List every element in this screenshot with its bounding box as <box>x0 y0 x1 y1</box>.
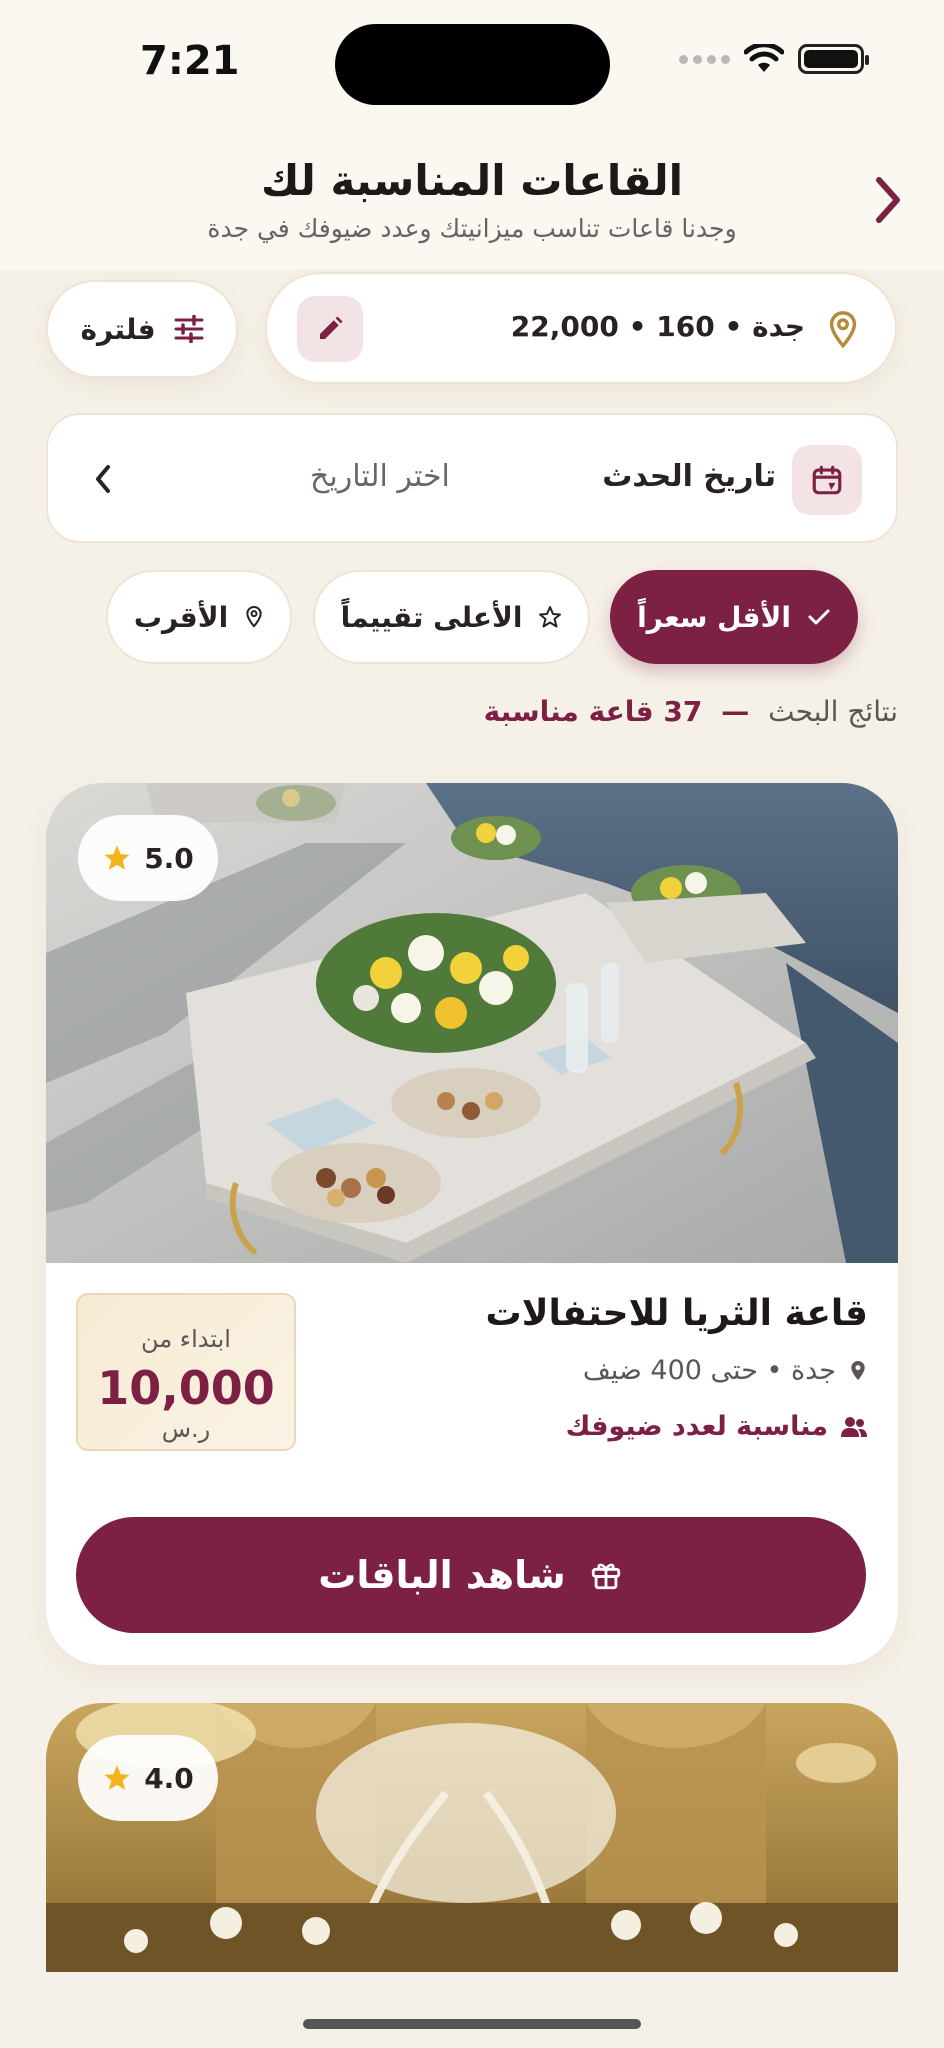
page-subtitle: وجدنا قاعات تناسب ميزانيتك وعدد ضيوفك في… <box>207 214 737 243</box>
location-pin-icon <box>851 1360 865 1380</box>
bottom-area <box>0 1972 944 2048</box>
chevron-right-icon <box>876 177 900 223</box>
chevron-left-icon <box>96 465 110 493</box>
sort-chip-label: الأقرب <box>133 600 229 634</box>
battery-icon <box>798 44 869 74</box>
calendar-icon-box <box>792 445 862 515</box>
venue-guest-fit: مناسبة لعدد ضيوفك <box>566 1411 868 1442</box>
date-placeholder: اختر التاريخ <box>310 459 450 494</box>
rating-badge: 5.0 <box>78 815 218 901</box>
search-summary[interactable]: جدة • 160 • 22,000 <box>265 272 897 384</box>
venue-card[interactable]: 5.0 قاعة الثريا للاحتفالات جدة • حتى 400… <box>46 783 898 1665</box>
results-count: 37 قاعة مناسبة <box>483 695 703 728</box>
results-summary: نتائج البحث — 37 قاعة مناسبة <box>484 695 898 728</box>
venue-name: قاعة الثريا للاحتفالات <box>485 1293 868 1334</box>
filter-button[interactable]: فلترة <box>46 280 238 378</box>
view-packages-label: شاهد الباقات <box>318 1553 566 1597</box>
sliders-icon <box>174 315 204 343</box>
page-header: القاعات المناسبة لك وجدنا قاعات تناسب مي… <box>0 130 944 270</box>
back-button[interactable] <box>858 170 918 230</box>
location-pin-icon <box>246 605 262 628</box>
status-icons <box>679 44 869 74</box>
pencil-icon <box>320 316 343 339</box>
location-pin-icon <box>825 310 861 350</box>
sort-chip-label: الأقل سعراً <box>637 600 791 634</box>
sort-chip-nearest[interactable]: الأقرب <box>106 570 292 664</box>
gift-icon <box>591 1563 620 1590</box>
venue-card[interactable]: 4.0 <box>46 1703 898 1973</box>
results-prefix: نتائج البحث <box>768 695 898 728</box>
price-from-label: ابتداء من <box>141 1325 231 1353</box>
venue-fit-text: مناسبة لعدد ضيوفك <box>565 1411 828 1442</box>
wifi-icon <box>744 44 784 72</box>
view-packages-button[interactable]: شاهد الباقات <box>76 1517 866 1633</box>
sort-chip-lowest-price[interactable]: الأقل سعراً <box>610 570 858 664</box>
dynamic-island <box>335 24 610 105</box>
price-box: ابتداء من 10,000 ر.س <box>76 1293 296 1451</box>
filter-label: فلترة <box>80 312 156 346</box>
rating-badge: 4.0 <box>78 1735 218 1821</box>
sort-chip-top-rated[interactable]: الأعلى تقييماً <box>313 570 590 664</box>
star-outline-icon <box>539 606 562 628</box>
event-date-picker[interactable]: تاريخ الحدث اختر التاريخ <box>46 413 898 543</box>
price-value: 10,000 <box>97 1361 275 1415</box>
edit-search-button[interactable] <box>297 296 363 362</box>
venue-location-text: جدة • حتى 400 ضيف <box>582 1355 836 1386</box>
star-icon <box>104 1765 130 1790</box>
results-dash: — <box>721 695 750 728</box>
star-icon <box>104 845 130 870</box>
sort-chip-label: الأعلى تقييماً <box>340 600 523 634</box>
venue-location: جدة • حتى 400 ضيف <box>583 1355 868 1386</box>
venue-photo: 5.0 <box>46 783 898 1263</box>
signal-icon <box>679 54 730 64</box>
search-summary-text: جدة • 160 • 22,000 <box>510 310 805 343</box>
price-currency: ر.س <box>161 1415 211 1443</box>
status-bar: 7:21 <box>0 0 944 130</box>
page-title: القاعات المناسبة لك <box>260 156 684 205</box>
guests-icon <box>841 1416 867 1437</box>
home-indicator[interactable] <box>303 2019 641 2029</box>
event-date-label: تاريخ الحدث <box>602 459 776 494</box>
rating-value: 4.0 <box>144 1761 194 1795</box>
calendar-icon <box>812 465 842 495</box>
check-icon <box>808 609 830 625</box>
status-time: 7:21 <box>140 38 240 84</box>
rating-value: 5.0 <box>144 841 194 875</box>
